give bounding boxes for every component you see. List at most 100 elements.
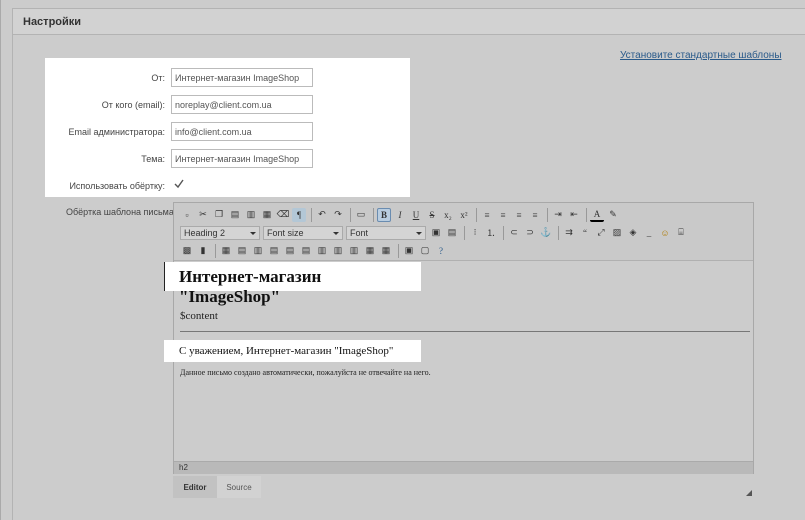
- delete-row-icon[interactable]: ▤: [299, 244, 313, 258]
- insert-row-before-icon[interactable]: ▤: [267, 244, 281, 258]
- align-right-icon[interactable]: ≡: [512, 208, 526, 222]
- insert-media-icon[interactable]: ▮: [196, 244, 210, 258]
- toolbar-separator: [311, 207, 312, 222]
- cut-icon[interactable]: ✂: [196, 208, 210, 222]
- visual-aid-icon[interactable]: ▢: [418, 244, 432, 258]
- show-blocks-icon[interactable]: ▣: [402, 244, 416, 258]
- align-justify-icon[interactable]: ≡: [528, 208, 542, 222]
- italic-icon[interactable]: I: [393, 208, 407, 222]
- merge-cells-icon[interactable]: ▦: [379, 244, 393, 258]
- panel-title: Настройки: [23, 16, 82, 28]
- text-color-icon[interactable]: A: [590, 208, 604, 222]
- content-signature[interactable]: С уважением, Интернет-магазин "ImageShop…: [164, 340, 421, 362]
- toolbar-row-3: ▩ ▮ ▦ ▤ ▥ ▤ ▤ ▤ ▥ ▥ ▥ ▦ ▦ ▣ ▢ ?: [180, 242, 450, 259]
- insert-row-after-icon[interactable]: ▤: [283, 244, 297, 258]
- panel-header: Настройки: [12, 8, 805, 35]
- use-wrapper-label: Использовать обёртку:: [69, 181, 165, 191]
- toolbar-separator: [398, 243, 399, 258]
- format-icon[interactable]: ¶: [292, 207, 306, 222]
- split-cells-icon[interactable]: ▦: [363, 244, 377, 258]
- numbered-list-icon[interactable]: ⒈: [484, 226, 498, 240]
- reset-templates-link[interactable]: Установите стандартные шаблоны: [620, 50, 782, 61]
- toolbar-separator: [464, 225, 465, 240]
- align-center-icon[interactable]: ≡: [496, 208, 510, 222]
- toolbar-separator: [547, 207, 548, 222]
- admin-email-input[interactable]: [171, 122, 313, 141]
- emoticon-icon[interactable]: ☺: [658, 226, 672, 240]
- editor-status-path: h2: [174, 461, 753, 474]
- resize-grip-icon[interactable]: [746, 490, 752, 496]
- editor-toolbar: ▫ ✂ ❐ ▤ ▥ ▦ ⌫ ¶ ↶ ↷ ▭ B I U S x₂ x² ≡ ≡ …: [174, 203, 753, 261]
- paste-word-icon[interactable]: ▦: [260, 208, 274, 222]
- unlink-icon[interactable]: ⊃: [523, 226, 537, 240]
- insert-col-before-icon[interactable]: ▥: [315, 244, 329, 258]
- fullscreen-icon[interactable]: ⤢: [594, 226, 608, 240]
- toolbar-row-1: ▫ ✂ ❐ ▤ ▥ ▦ ⌫ ¶ ↶ ↷ ▭ B I U S x₂ x² ≡ ≡ …: [180, 206, 622, 223]
- toolbar-separator: [350, 207, 351, 222]
- align-left-icon[interactable]: ≡: [480, 208, 494, 222]
- strikethrough-icon[interactable]: S: [425, 208, 439, 222]
- link-icon[interactable]: ⊂: [507, 226, 521, 240]
- admin-email-label: Email администратора:: [68, 127, 165, 137]
- from-email-label: От кого (email):: [101, 100, 165, 110]
- insert-image-icon[interactable]: ▩: [180, 244, 194, 258]
- highlight-icon[interactable]: ✎: [606, 208, 620, 222]
- indent-icon[interactable]: ⇉: [562, 226, 576, 240]
- row-props-icon[interactable]: ▤: [235, 244, 249, 258]
- subject-label: Тема:: [141, 154, 165, 164]
- cell-props-icon[interactable]: ▥: [251, 244, 265, 258]
- image-icon[interactable]: ▨: [610, 226, 624, 240]
- undo-icon[interactable]: ↶: [315, 208, 329, 222]
- toolbar-separator: [558, 225, 559, 240]
- quote-icon[interactable]: “: [578, 226, 592, 240]
- line-icon[interactable]: _: [642, 226, 656, 240]
- editor-tabs: Editor Source: [173, 476, 261, 498]
- checkmark-icon[interactable]: [173, 178, 185, 190]
- bold-icon[interactable]: B: [377, 207, 391, 222]
- toolbar-separator: [476, 207, 477, 222]
- format-select[interactable]: Heading 2: [180, 225, 260, 240]
- styles-icon[interactable]: ▣: [429, 226, 443, 240]
- font-select[interactable]: Font: [346, 225, 426, 240]
- toolbar-separator: [503, 225, 504, 240]
- paste-icon[interactable]: ▤: [228, 208, 242, 222]
- block-icon[interactable]: ▤: [445, 226, 459, 240]
- editor-content[interactable]: Интернет-магазин "ImageShop" $content С …: [164, 261, 753, 461]
- new-document-icon[interactable]: ▫: [180, 208, 194, 222]
- table-icon[interactable]: ▦: [219, 244, 233, 258]
- media-icon[interactable]: ◈: [626, 226, 640, 240]
- content-variable[interactable]: $content: [180, 310, 218, 322]
- folder-icon[interactable]: ▭: [354, 208, 368, 222]
- content-divider: [180, 331, 750, 332]
- underline-icon[interactable]: U: [409, 208, 423, 222]
- from-label: От:: [151, 73, 165, 83]
- from-email-input[interactable]: [171, 95, 313, 114]
- tab-source[interactable]: Source: [217, 476, 261, 498]
- copy-icon[interactable]: ❐: [212, 208, 226, 222]
- toolbar-separator: [586, 207, 587, 222]
- clean-icon[interactable]: ⌫: [276, 208, 290, 222]
- tab-editor[interactable]: Editor: [173, 476, 217, 498]
- editor-label: Обёртка шаблона письма:: [66, 207, 177, 217]
- superscript-icon[interactable]: x²: [457, 208, 471, 222]
- paste-text-icon[interactable]: ▥: [244, 208, 258, 222]
- rtl-icon[interactable]: ⇤: [567, 208, 581, 222]
- insert-col-after-icon[interactable]: ▥: [331, 244, 345, 258]
- content-heading[interactable]: Интернет-магазин "ImageShop": [164, 262, 421, 306]
- page-break-icon[interactable]: ⌸: [674, 226, 688, 240]
- toolbar-separator: [373, 207, 374, 222]
- help-icon[interactable]: ?: [434, 244, 448, 258]
- anchor-icon[interactable]: ⚓: [539, 226, 553, 240]
- content-note[interactable]: Данное письмо создано автоматически, пож…: [180, 368, 431, 377]
- font-size-select[interactable]: Font size: [263, 225, 343, 240]
- bullet-list-icon[interactable]: ⁝: [468, 226, 482, 240]
- redo-icon[interactable]: ↷: [331, 208, 345, 222]
- subscript-icon[interactable]: x₂: [441, 208, 455, 222]
- toolbar-row-2: Heading 2 Font size Font ▣ ▤ ⁝ ⒈ ⊂ ⊃ ⚓ ⇉…: [180, 224, 690, 241]
- toolbar-separator: [215, 243, 216, 258]
- from-input[interactable]: [171, 68, 313, 87]
- subject-input[interactable]: [171, 149, 313, 168]
- wysiwyg-editor: ▫ ✂ ❐ ▤ ▥ ▦ ⌫ ¶ ↶ ↷ ▭ B I U S x₂ x² ≡ ≡ …: [164, 202, 754, 474]
- delete-col-icon[interactable]: ▥: [347, 244, 361, 258]
- ltr-icon[interactable]: ⇥: [551, 208, 565, 222]
